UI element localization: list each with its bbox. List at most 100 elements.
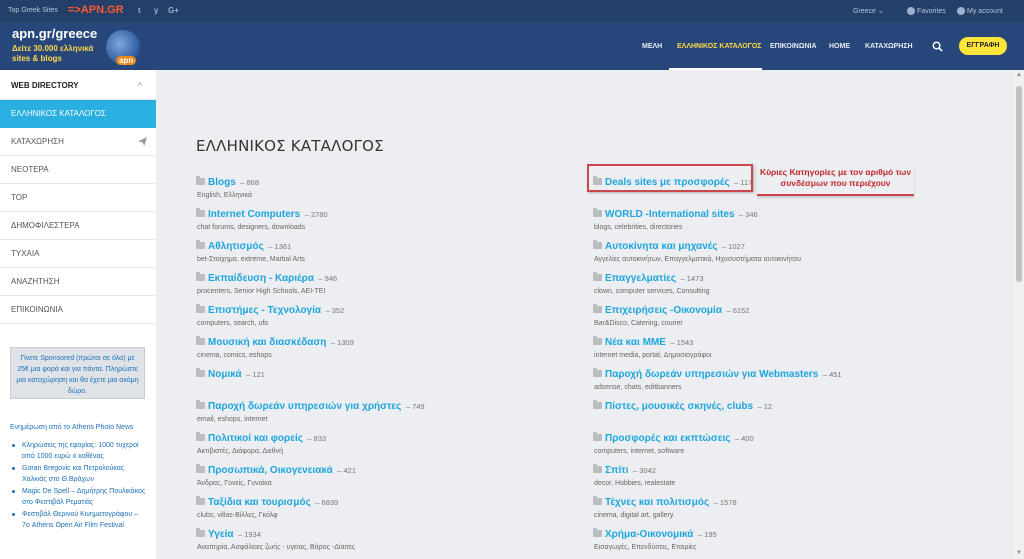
sidebar-item-search[interactable]: ΑΝΑΖΗΤΗΣΗ [0, 268, 156, 296]
news-item[interactable]: Κληρώσεις της εφορίας: 1000 τυχεροί από … [12, 440, 146, 462]
sidebar-item-contact[interactable]: ΕΠΙΚΟΙΝΩΝΙΑ [0, 296, 156, 324]
subcategory-links[interactable]: clown, computer services, Consulting [593, 288, 710, 295]
subcategory-links[interactable]: email, eshops, internet [196, 416, 425, 423]
news-item[interactable]: Goran Bregovic και Πετρολούκας Χαλκιάς σ… [12, 463, 146, 485]
site-logo[interactable]: apn.gr/greece Δείτε 30.000 ελληνικά site… [6, 24, 142, 68]
category-link[interactable]: Επιστήμες - Τεχνολογία [208, 305, 321, 316]
category-block: Νέα και ΜΜΕ – 1543 internet media, portal… [593, 332, 711, 359]
folder-icon [196, 336, 205, 345]
sponsor-promo[interactable]: Γίνετε Sponsored (πρώτοι σε όλα) με 25€ … [10, 347, 145, 399]
news-item[interactable]: Φεστιβάλ Θερινού Κινηματογράφου – 7ο Ath… [12, 509, 146, 531]
country-select[interactable]: Greece ⌄ [853, 7, 884, 15]
subcategory-links[interactable]: adsense, chats, editbanners [593, 384, 842, 391]
category-link[interactable]: Εκπαίδευση - Καριέρα [208, 273, 314, 284]
sidebar-item-popular[interactable]: ΔΗΜΟΦΙΛΕΣΤΕΡΑ [0, 212, 156, 240]
subcategory-links[interactable]: Αγγελίες αυτοκινήτων, Επαγγελματικά, Ηχο… [593, 256, 801, 263]
category-count: – 121 [246, 370, 265, 379]
subcategory-links[interactable]: computers, internet, software [593, 448, 754, 455]
scroll-up-icon[interactable]: ▲ [1015, 72, 1023, 80]
apn-brand-link[interactable]: =>APN.GR [68, 4, 124, 16]
category-link[interactable]: Μουσική και διασκέδαση [208, 337, 326, 348]
category-link[interactable]: Πίστες, μουσικές σκηνές, clubs [605, 401, 753, 412]
folder-icon [196, 368, 205, 377]
subcategory-links[interactable]: decor, Hobbies, realestate [593, 480, 675, 487]
scroll-down-icon[interactable]: ▼ [1015, 550, 1023, 558]
category-link[interactable]: Αθλητισμός [208, 241, 264, 252]
category-link[interactable]: Παροχή δωρεάν υπηρεσιών για χρήστες [208, 401, 401, 412]
nav-directory[interactable]: ΕΛΛΗΝΙΚΟΣ ΚΑΤΑΛΟΓΟΣ [677, 43, 762, 50]
search-icon[interactable] [932, 41, 943, 52]
subcategory-links[interactable]: computers, search, ufo [196, 320, 344, 327]
youtube-icon[interactable]: y [154, 6, 158, 15]
category-link[interactable]: Προσφορές και εκπτώσεις [605, 433, 730, 444]
twitter-icon[interactable]: t [138, 6, 141, 15]
top-sites-label[interactable]: Top Greek Sites [8, 7, 58, 14]
folder-icon [196, 528, 205, 537]
subcategory-links[interactable]: procenters, Senior High Schools, AEI-TEI [196, 288, 337, 295]
nav-home[interactable]: HOME [829, 43, 850, 50]
category-link[interactable]: Υγεία [208, 529, 234, 540]
folder-icon [593, 400, 602, 409]
scrollbar-thumb[interactable] [1016, 86, 1022, 282]
folder-icon [196, 400, 205, 409]
nav-contact[interactable]: ΕΠΙΚΟΙΝΩΝΙΑ [770, 43, 817, 50]
nav-members[interactable]: ΜΕΛΗ [642, 43, 662, 50]
category-count: – 1361 [268, 242, 292, 251]
subcategory-links[interactable]: Αναπηρία, Ασφάλειες ζωής - υγείας, Βάρος… [196, 544, 355, 551]
category-link[interactable]: Νέα και ΜΜΕ [605, 337, 666, 348]
category-link[interactable]: Τέχνες και πολιτισμός [605, 497, 709, 508]
category-count: – 6152 [726, 306, 750, 315]
category-link[interactable]: Internet Computers [208, 209, 300, 220]
news-section-title[interactable]: Ενημέρωση από το Athens Photo News [10, 424, 134, 431]
subcategory-links[interactable]: Άνδρας, Γονείς, Γυναίκα [196, 480, 356, 487]
category-link[interactable]: Blogs [208, 177, 236, 188]
sidebar-item-top[interactable]: TOP [0, 184, 156, 212]
subcategory-links[interactable]: blogs, celebrities, directories [593, 224, 758, 231]
folder-icon [593, 240, 602, 249]
category-count: – 1473 [680, 274, 704, 283]
category-count: – 3042 [632, 466, 656, 475]
active-nav-indicator [669, 68, 762, 70]
send-icon [138, 137, 147, 146]
subcategory-links[interactable]: Εισαγωγές, Επενδύσεις, Εταιρίες [593, 544, 717, 551]
category-row: Εκπαίδευση - Καριέρα – 946 [196, 268, 337, 286]
category-link[interactable]: Πολιτικοί και φορείς [208, 433, 303, 444]
register-button[interactable]: ΕΓΓΡΑΦΗ [959, 37, 1007, 55]
sidebar-item-directory[interactable]: ΕΛΛΗΝΙΚΟΣ ΚΑΤΑΛΟΓΟΣ [0, 100, 156, 128]
category-link[interactable]: Παροχή δωρεάν υπηρεσιών για Webmasters [605, 369, 818, 380]
subcategory-links[interactable]: cinema, comics, eshops [196, 352, 354, 359]
category-row: Blogs – 868 [196, 172, 259, 190]
folder-icon [593, 496, 602, 505]
subcategory-links[interactable]: cinema, digital art, gallery [593, 512, 737, 519]
category-link[interactable]: Χρήμα-Οικονομικά [605, 529, 693, 540]
category-count: – 1543 [670, 338, 694, 347]
subcategory-links[interactable]: bet-Στοίχημα, extreme, Martial Arts [196, 256, 305, 263]
subcategory-links[interactable]: clubs, villas-Βίλλες, Γκόλφ [196, 512, 338, 519]
subcategory-links[interactable]: Bar&Disco, Catering, courier [593, 320, 749, 327]
category-block: Επιστήμες - Τεχνολογία – 352 computers, s… [196, 300, 344, 327]
sidebar-item-newest[interactable]: ΝΕΟΤΕΡΑ [0, 156, 156, 184]
category-link[interactable]: WORLD -International sites [605, 209, 734, 220]
category-link[interactable]: Επιχειρήσεις -Οικονομία [605, 305, 722, 316]
category-link[interactable]: Σπίτι [605, 465, 629, 476]
subcategory-links[interactable]: chat forums, designers, downloads [196, 224, 328, 231]
subcategory-links[interactable]: English, Ελληνικά [196, 192, 259, 199]
category-link[interactable]: Ταξίδια και τουρισμός [208, 497, 311, 508]
category-link[interactable]: Νομικά [208, 369, 242, 380]
googleplus-icon[interactable]: G+ [168, 6, 179, 15]
news-item[interactable]: Magic De Spell – Δημήτρης Πουλικάκος στο… [12, 486, 146, 508]
news-list: Κληρώσεις της εφορίας: 1000 τυχεροί από … [12, 440, 146, 532]
subcategory-links[interactable]: Ακτιβιστές, Διάφορα, Διεθνή [196, 448, 326, 455]
main-header: apn.gr/greece Δείτε 30.000 ελληνικά site… [0, 22, 1024, 70]
category-link[interactable]: Επαγγελματίες [605, 273, 676, 284]
account-link[interactable]: My account [957, 7, 1003, 15]
subcategory-links[interactable]: internet media, portal, Δημοσιογράφοι [593, 352, 711, 359]
category-link[interactable]: Αυτοκίνητα και μηχανές [605, 241, 717, 252]
sidebar-item-random[interactable]: ΤΥΧΑΙΑ [0, 240, 156, 268]
favorites-link[interactable]: Favorites [907, 7, 946, 15]
category-row: Νέα και ΜΜΕ – 1543 [593, 332, 711, 350]
sidebar-header-web-directory[interactable]: WEB DIRECTORY ^ [0, 72, 156, 100]
sidebar-item-submit[interactable]: ΚΑΤΑΧΩΡΗΣΗ [0, 128, 156, 156]
nav-submit[interactable]: ΚΑΤΑΧΩΡΗΣΗ [865, 43, 913, 50]
category-link[interactable]: Προσωπικά, Οικογενειακά [208, 465, 333, 476]
